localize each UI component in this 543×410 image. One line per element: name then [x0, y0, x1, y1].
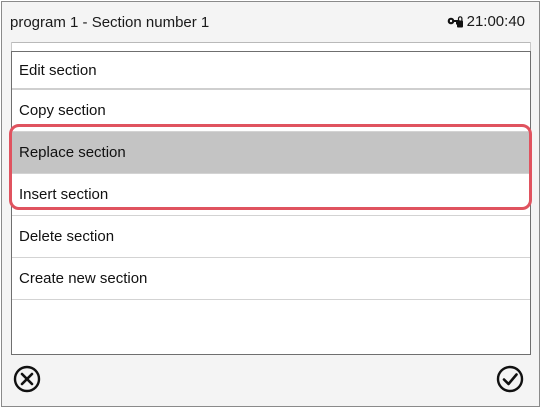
button-bar — [11, 355, 531, 406]
key-lock-icon — [447, 15, 463, 27]
right-edge — [530, 42, 539, 406]
title-bar: program 1 - Section number 1 21:00:40 — [2, 2, 539, 43]
annotation-highlight — [9, 124, 532, 210]
clock-time: 21:00:40 — [466, 13, 525, 30]
menu-item-label: Create new section — [19, 270, 148, 287]
close-circle-icon[interactable] — [12, 364, 42, 394]
menu-item-delete-section[interactable]: Delete section — [12, 216, 530, 258]
menu-item-label: Copy section — [19, 102, 106, 119]
check-circle-icon[interactable] — [495, 364, 525, 394]
status-clock: 21:00:40 — [446, 13, 525, 30]
menu-heading: Edit section — [12, 52, 530, 90]
menu-item-label: Delete section — [19, 228, 115, 245]
menu-item-create-new-section[interactable]: Create new section — [12, 258, 530, 300]
menu-heading-label: Edit section — [19, 62, 97, 79]
window-title: program 1 - Section number 1 — [10, 14, 210, 31]
